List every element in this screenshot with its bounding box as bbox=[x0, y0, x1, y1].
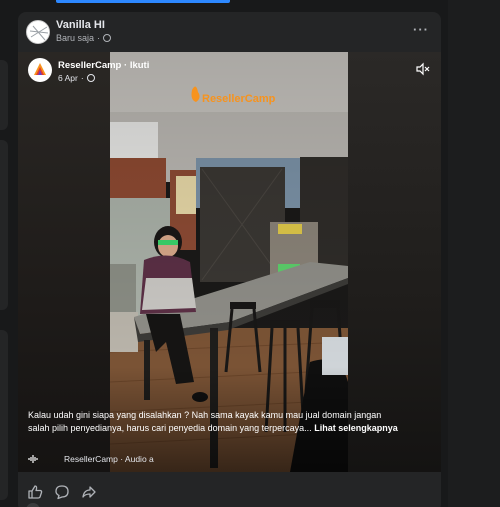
reel-meta: 6 Apr · bbox=[58, 73, 95, 83]
feed-page: Vanilla HI Baru saja · ··· ResellerCamp … bbox=[0, 0, 500, 507]
left-panel-edge bbox=[0, 330, 8, 500]
resellercamp-logo-icon bbox=[34, 63, 46, 75]
more-options-icon[interactable]: ··· bbox=[413, 22, 429, 37]
like-icon[interactable] bbox=[27, 484, 43, 500]
globe-avatar-icon bbox=[28, 22, 49, 43]
audio-attribution[interactable]: ResellerCamp · Audio a bbox=[28, 454, 154, 464]
separator: · bbox=[121, 60, 130, 71]
post-header: Vanilla HI Baru saja · ··· bbox=[18, 12, 441, 52]
page-name-line: ResellerCamp · Ikuti bbox=[58, 60, 149, 71]
shared-reel[interactable]: ResellerCamp ResellerCamp · Ikuti 6 Apr bbox=[18, 52, 441, 472]
left-panel-edge bbox=[0, 140, 8, 310]
post-time[interactable]: Baru saja bbox=[56, 33, 94, 43]
avatar[interactable] bbox=[26, 20, 50, 44]
see-more-link[interactable]: Lihat selengkapnya bbox=[314, 423, 398, 433]
page-name[interactable]: ResellerCamp bbox=[58, 60, 121, 71]
globe-icon bbox=[86, 74, 95, 82]
reel-caption: Kalau udah gini siapa yang disalahkan ? … bbox=[28, 409, 398, 434]
mute-icon[interactable] bbox=[416, 62, 430, 76]
share-icon[interactable] bbox=[81, 484, 97, 500]
post-author[interactable]: Vanilla HI bbox=[56, 19, 105, 31]
right-panel bbox=[448, 0, 500, 507]
comment-icon[interactable] bbox=[54, 484, 70, 500]
page-avatar[interactable] bbox=[28, 58, 52, 82]
post-meta: Baru saja · bbox=[56, 33, 112, 43]
post-card: Vanilla HI Baru saja · ··· ResellerCamp … bbox=[18, 12, 441, 507]
reel-date[interactable]: 6 Apr bbox=[58, 73, 78, 83]
follow-link[interactable]: Ikuti bbox=[130, 60, 150, 71]
globe-icon bbox=[103, 34, 112, 42]
post-actions bbox=[18, 472, 441, 507]
separator-dot: · bbox=[97, 33, 101, 43]
left-panel-edge bbox=[0, 60, 8, 130]
separator-dot: · bbox=[80, 73, 84, 83]
audio-label: ResellerCamp · Audio a bbox=[64, 454, 154, 464]
active-tab-indicator bbox=[56, 0, 230, 3]
watermark-logo: ResellerCamp bbox=[202, 93, 276, 105]
audio-wave-icon bbox=[28, 455, 38, 463]
